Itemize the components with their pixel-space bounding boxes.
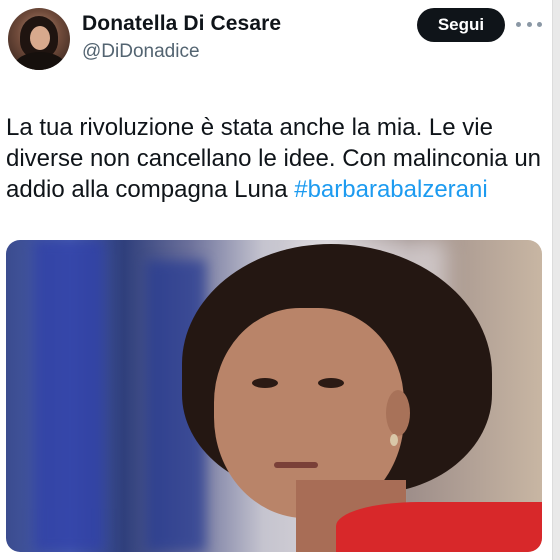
author-handle[interactable]: @DiDonadice — [82, 41, 200, 63]
tweet-photo[interactable] — [6, 240, 542, 552]
tweet-text: La tua rivoluzione è stata anche la mia.… — [6, 112, 546, 205]
photo-earring — [390, 434, 398, 446]
dot — [516, 21, 521, 27]
photo-eye-left — [252, 378, 278, 388]
more-dots-icon[interactable] — [516, 14, 542, 34]
photo-red-shirt — [336, 502, 542, 552]
photo-mouth — [274, 462, 318, 468]
dot — [526, 21, 532, 27]
photo-eye-right — [318, 378, 344, 388]
dot — [537, 21, 542, 27]
photo-background-blue — [34, 240, 104, 552]
author-name[interactable]: Donatella Di Cesare — [82, 12, 281, 36]
hashtag-link[interactable]: #barbarabalzerani — [294, 176, 487, 203]
follow-button[interactable]: Segui — [417, 8, 505, 42]
author-avatar[interactable] — [8, 8, 70, 70]
avatar-body — [14, 52, 66, 70]
tweet-card: Donatella Di Cesare @DiDonadice Segui La… — [0, 0, 553, 560]
avatar-face — [30, 26, 50, 50]
photo-ear — [386, 390, 410, 436]
